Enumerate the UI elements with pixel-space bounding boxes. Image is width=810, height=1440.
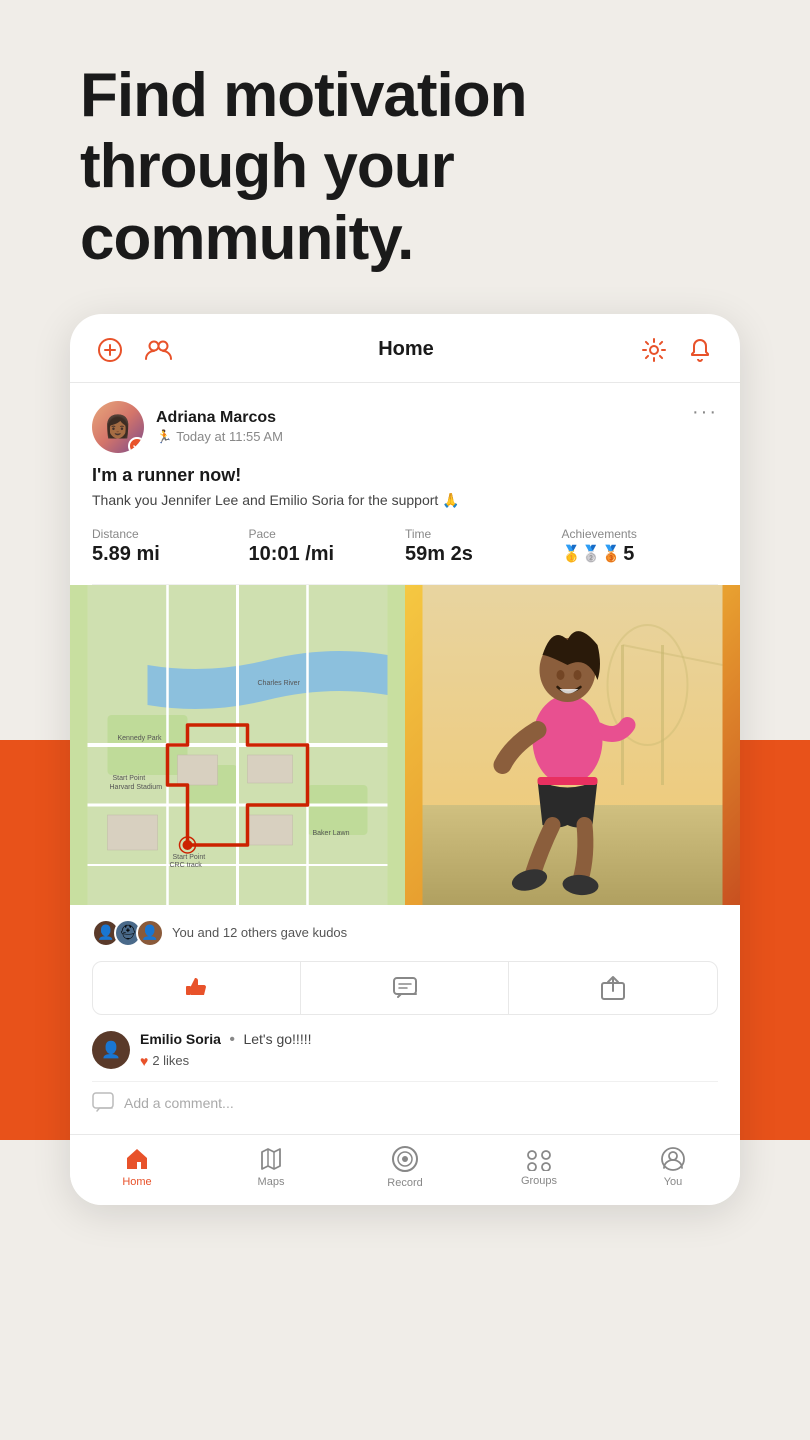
header-left-actions (94, 334, 174, 366)
kudos-avatars: 👤 ⛑ 👤 (92, 919, 164, 947)
likes-count: 2 likes (152, 1053, 189, 1068)
achievements-value: 🥇🥈🥉 5 (562, 543, 719, 566)
home-icon (124, 1146, 150, 1172)
post-header: 👩🏾 Adriana Marcos 🏃 Today at 11:55 AM (92, 401, 718, 453)
maps-icon (258, 1146, 284, 1172)
comment-content: Emilio Soria • Let's go!!!!! ♥ 2 likes (140, 1031, 718, 1069)
record-icon (391, 1145, 419, 1173)
stat-distance: Distance 5.89 mi (92, 523, 249, 570)
comment-button[interactable] (301, 962, 509, 1014)
comment-header: Emilio Soria • Let's go!!!!! (140, 1031, 718, 1049)
social-section: 👤 ⛑ 👤 You and 12 others gave kudos (70, 905, 740, 1134)
avatar-badge (128, 437, 144, 453)
comment-author: Emilio Soria (140, 1031, 221, 1047)
pace-label: Pace (249, 527, 406, 541)
kudos-text: You and 12 others gave kudos (172, 925, 347, 940)
header-title: Home (174, 338, 638, 361)
nav-home[interactable]: Home (97, 1146, 177, 1188)
comment-text: Let's go!!!!! (243, 1031, 311, 1047)
achievements-label: Achievements (562, 527, 719, 541)
svg-text:Charles River: Charles River (258, 680, 301, 687)
post-time: 🏃 Today at 11:55 AM (156, 429, 283, 445)
add-comment-row[interactable]: Add a comment... (92, 1081, 718, 1120)
hero-title: Find motivation through your community. (80, 60, 730, 274)
friends-button[interactable] (142, 334, 174, 366)
post-body: Thank you Jennifer Lee and Emilio Soria … (92, 492, 718, 509)
nav-you[interactable]: You (633, 1146, 713, 1188)
settings-button[interactable] (638, 334, 670, 366)
more-options-button[interactable]: ··· (692, 401, 718, 424)
stat-time: Time 59m 2s (405, 523, 562, 570)
nav-home-label: Home (122, 1176, 151, 1188)
post-author: 👩🏾 Adriana Marcos 🏃 Today at 11:55 AM (92, 401, 283, 453)
stat-achievements: Achievements 🥇🥈🥉 5 (562, 523, 719, 570)
action-row (92, 961, 718, 1015)
svg-text:Start Point: Start Point (173, 854, 206, 861)
stat-pace: Pace 10:01 /mi (249, 523, 406, 570)
distance-label: Distance (92, 527, 249, 541)
author-info: Adriana Marcos 🏃 Today at 11:55 AM (156, 409, 283, 445)
activity-photo[interactable] (405, 585, 740, 905)
comment-likes: ♥ 2 likes (140, 1053, 718, 1069)
header-right-actions (638, 334, 716, 366)
time-label: Time (405, 527, 562, 541)
post-title: I'm a runner now! (92, 465, 718, 486)
kudos-row: 👤 ⛑ 👤 You and 12 others gave kudos (92, 919, 718, 947)
svg-text:CRC track: CRC track (170, 862, 203, 869)
comment-item: 👤 Emilio Soria • Let's go!!!!! ♥ 2 likes (92, 1031, 718, 1069)
achievements-count: 5 (623, 543, 634, 566)
route-map[interactable]: Kennedy Park Charles River Start Point H… (70, 585, 405, 905)
groups-icon (524, 1147, 554, 1171)
distance-value: 5.89 mi (92, 543, 249, 566)
app-card: Home 👩🏾 (70, 314, 740, 1205)
commenter-avatar: 👤 (92, 1031, 130, 1069)
medal-icons: 🥇🥈🥉 (562, 544, 622, 564)
avatar: 👩🏾 (92, 401, 144, 453)
time-value: 59m 2s (405, 543, 562, 566)
kudos-button[interactable] (93, 962, 301, 1014)
nav-groups[interactable]: Groups (499, 1147, 579, 1187)
run-icon: 🏃 (156, 429, 172, 445)
nav-maps-label: Maps (258, 1176, 285, 1188)
svg-text:Baker Lawn: Baker Lawn (313, 830, 350, 837)
add-button[interactable] (94, 334, 126, 366)
pace-value: 10:01 /mi (249, 543, 406, 566)
stats-grid: Distance 5.89 mi Pace 10:01 /mi Time 59m… (92, 523, 718, 585)
comment-input-icon (92, 1092, 114, 1114)
nav-record[interactable]: Record (365, 1145, 445, 1189)
orange-left-decoration (0, 740, 72, 1140)
nav-you-label: You (664, 1176, 683, 1188)
nav-groups-label: Groups (521, 1175, 557, 1187)
orange-right-decoration (738, 740, 810, 1140)
author-name: Adriana Marcos (156, 409, 283, 427)
kudos-avatar-3: 👤 (136, 919, 164, 947)
hero-section: Find motivation through your community. (0, 0, 810, 314)
post-section: 👩🏾 Adriana Marcos 🏃 Today at 11:55 AM (70, 383, 740, 585)
share-button[interactable] (509, 962, 717, 1014)
media-row: Kennedy Park Charles River Start Point H… (70, 585, 740, 905)
you-icon (660, 1146, 686, 1172)
nav-record-label: Record (387, 1177, 422, 1189)
svg-text:Harvard Stadium: Harvard Stadium (110, 784, 163, 791)
notifications-button[interactable] (684, 334, 716, 366)
app-header: Home (70, 314, 740, 383)
comment-separator: • (229, 1031, 235, 1048)
comment-placeholder[interactable]: Add a comment... (124, 1095, 234, 1111)
nav-maps[interactable]: Maps (231, 1146, 311, 1188)
bottom-nav: Home Maps Record (70, 1134, 740, 1205)
svg-text:Kennedy Park: Kennedy Park (118, 735, 162, 742)
heart-icon: ♥ (140, 1053, 148, 1069)
svg-text:Start Point: Start Point (113, 775, 146, 782)
